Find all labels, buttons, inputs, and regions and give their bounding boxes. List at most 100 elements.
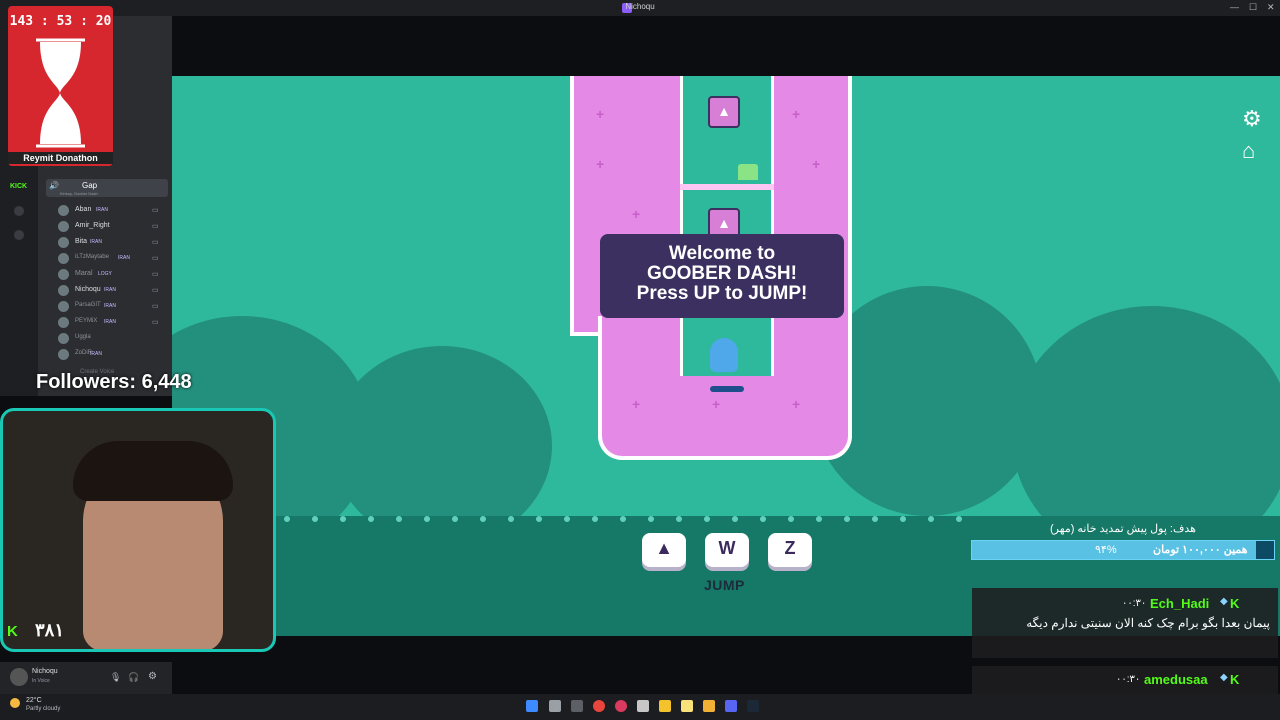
window-title-bar: Nichoqu — ☐ ✕: [0, 0, 1280, 16]
start-menu-icon[interactable]: [526, 700, 538, 712]
member-name: PEYMiX: [75, 318, 98, 324]
avatar: [58, 205, 69, 216]
home-icon[interactable]: ⌂: [1242, 138, 1255, 164]
voice-channel-gap[interactable]: 🔊 Gap Kinkuy, Goober Dash: [46, 179, 168, 197]
diamond-icon: ◆: [1220, 596, 1228, 607]
kick-server-label[interactable]: KICK: [10, 183, 27, 190]
member-tag: IRAN: [118, 255, 130, 261]
widgets-icon[interactable]: [571, 700, 583, 712]
streamer-hair: [73, 441, 233, 501]
member-tag: IRAN: [90, 351, 102, 357]
chat-time: ۰۰:۳۰: [1122, 598, 1147, 609]
voice-member[interactable]: Uggla: [58, 332, 168, 346]
jump-pad-arrow-icon: ▲: [708, 96, 740, 128]
steam-icon[interactable]: [747, 700, 759, 712]
member-name: Aban: [75, 206, 92, 213]
member-tag: IRAN: [104, 303, 116, 309]
member-name: Amir_Right: [75, 222, 110, 229]
member-name: Uggla: [75, 334, 91, 340]
chat-time: ۰۰:۳۰: [1116, 674, 1141, 685]
tile-cross: +: [812, 156, 821, 172]
player-indicator: [710, 386, 744, 392]
app-icon[interactable]: [637, 700, 649, 712]
voice-member[interactable]: PEYMiX IRAN ▭: [58, 316, 168, 330]
folder-icon[interactable]: [703, 700, 715, 712]
voice-member[interactable]: iLTzMaytabe IRAN ▭: [58, 252, 168, 266]
tile-cross: +: [792, 396, 801, 412]
notes-icon[interactable]: [659, 700, 671, 712]
gear-icon[interactable]: ⚙: [1242, 106, 1262, 132]
chat-message: K ◆ Ech_Hadi ۰۰:۳۰ پیمان بعدا بگو برام چ…: [972, 588, 1278, 658]
tile-cross: +: [712, 396, 721, 412]
donation-goal: هدف: پول پیش تمدید خانه (مهر) ۹۴% همین ۱…: [971, 522, 1275, 580]
close-button[interactable]: ✕: [1267, 2, 1275, 13]
webcam-overlay: K ۳۸۱: [0, 408, 276, 652]
timer-label: Reymit Donathon: [8, 152, 113, 164]
tile-cross: +: [596, 156, 605, 172]
avatar: [58, 253, 69, 264]
donathon-timer: 143 : 53 : 20 Reymit Donathon: [8, 6, 113, 166]
channel-name: Gap: [82, 181, 98, 190]
member-tag: IRAN: [104, 287, 116, 293]
chat-username[interactable]: amedusaa: [1144, 672, 1208, 687]
member-tag: IRAN: [90, 239, 102, 245]
welcome-line-1: Welcome to: [668, 243, 776, 264]
discover-icon[interactable]: [14, 230, 24, 240]
kick-icon: K: [1230, 672, 1240, 687]
member-name: Bita: [75, 238, 88, 245]
tile-cross: +: [632, 206, 641, 222]
member-tag: LOGY: [98, 271, 112, 277]
voice-member[interactable]: Maral LOGY ▭: [58, 268, 168, 282]
channel-activity: Kinkuy, Goober Dash: [60, 191, 98, 196]
chrome-icon[interactable]: [593, 700, 605, 712]
up-arrow-key[interactable]: ▲: [642, 533, 686, 567]
user-avatar[interactable]: [10, 668, 28, 686]
chat-message-text: پیمان بعدا بگو برام چک کنه الان سنیتی ند…: [1026, 616, 1270, 630]
member-name: Maral: [75, 270, 93, 277]
member-name: Nichoqu: [75, 286, 101, 293]
window-title: Nichoqu: [625, 2, 655, 11]
member-name: ParsaGIT: [75, 302, 101, 308]
grass-tuft: [738, 164, 758, 180]
goal-caption: هدف: پول پیش تمدید خانه (مهر): [1050, 523, 1196, 535]
welcome-dialog: Welcome to GOOBER DASH! Press UP to JUMP…: [600, 234, 844, 318]
microphone-icon[interactable]: 🎙: [110, 672, 121, 683]
voice-member[interactable]: Nichoqu IRAN ▭: [58, 284, 168, 298]
voice-member[interactable]: ParsaGIT IRAN ▭: [58, 300, 168, 314]
hourglass-icon: [36, 38, 85, 148]
monitor-icon: ▭: [152, 239, 159, 246]
headphones-icon[interactable]: 🎧: [128, 672, 139, 683]
voice-member[interactable]: Amir_Right ▭: [58, 220, 168, 234]
monitor-icon: ▭: [152, 255, 159, 262]
avatar: [58, 237, 69, 248]
z-key[interactable]: Z: [768, 533, 812, 567]
speaker-icon: 🔊: [49, 181, 59, 190]
task-view-icon[interactable]: [549, 700, 561, 712]
voice-member[interactable]: Bita IRAN ▭: [58, 236, 168, 250]
tile-cross: +: [792, 106, 801, 122]
monitor-icon: ▭: [152, 207, 159, 214]
discord-icon[interactable]: [725, 700, 737, 712]
minimize-button[interactable]: —: [1230, 2, 1239, 12]
jump-label: JUMP: [704, 577, 745, 593]
file-icon[interactable]: [681, 700, 693, 712]
maximize-button[interactable]: ☐: [1249, 2, 1257, 13]
media-icon[interactable]: [615, 700, 627, 712]
kick-icon: K: [1230, 596, 1240, 611]
add-server-icon[interactable]: [14, 206, 24, 216]
chat-username[interactable]: Ech_Hadi: [1150, 596, 1209, 611]
voice-member[interactable]: Aban IRAN ▭: [58, 204, 168, 218]
member-tag: IRAN: [104, 319, 116, 325]
diamond-icon: ◆: [1220, 672, 1228, 683]
welcome-line-2: GOOBER DASH!: [647, 263, 797, 284]
kick-icon: K: [7, 623, 18, 640]
monitor-icon: ▭: [152, 319, 159, 326]
w-key[interactable]: W: [705, 533, 749, 567]
settings-gear-icon[interactable]: ⚙: [148, 671, 157, 682]
discord-user-panel: Nichoqu In Voice 🎙 🎧 ⚙: [0, 662, 172, 694]
user-status: In Voice: [32, 678, 50, 684]
avatar: [58, 317, 69, 328]
avatar: [58, 285, 69, 296]
voice-member[interactable]: ZoDiR IRAN: [58, 348, 168, 362]
weather-condition: Partly cloudy: [26, 706, 61, 712]
